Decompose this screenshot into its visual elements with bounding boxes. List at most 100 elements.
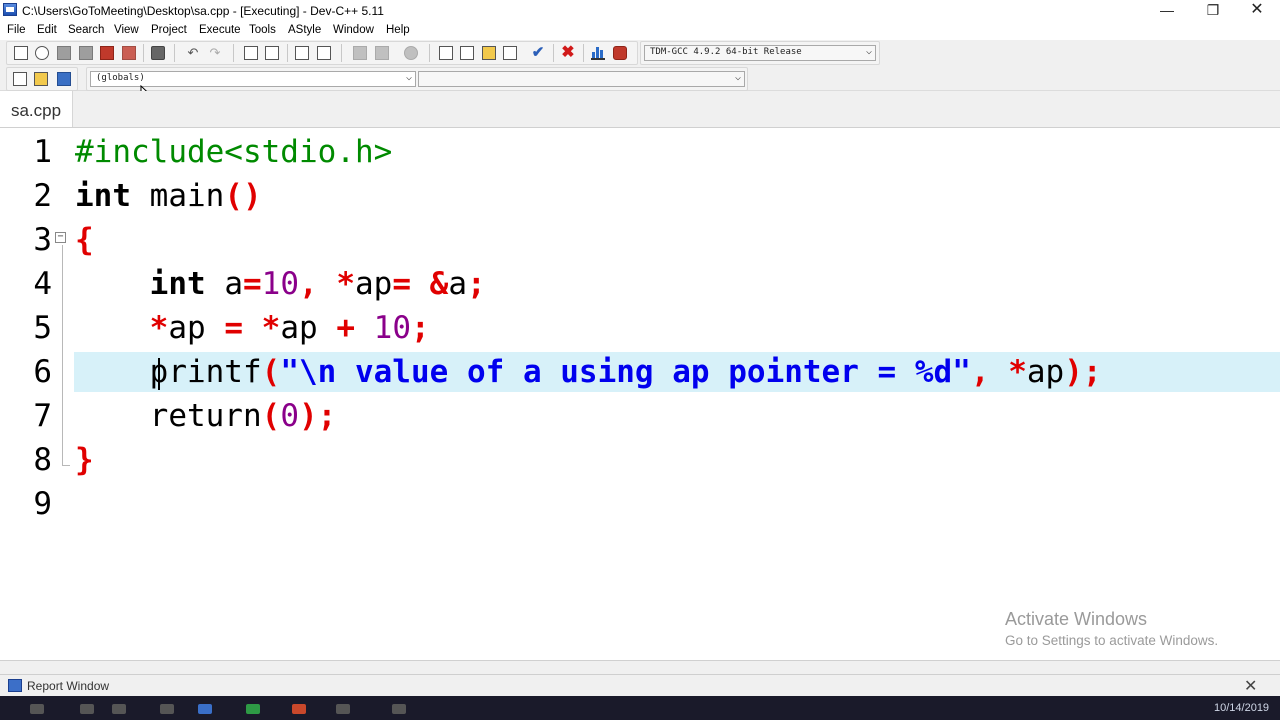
- line-number: 5: [33, 310, 52, 346]
- code-editor[interactable]: − 1 #include<stdio.h> 2 int main() 3 { 4…: [0, 128, 1280, 660]
- toolbar-area: ↶ ↷ ✔ ✖ TDM-GCC 4.9.2 64-bit Release ⌵ (…: [0, 40, 1280, 91]
- window-title: C:\Users\GoToMeeting\Desktop\sa.cpp - [E…: [22, 4, 384, 18]
- code-line-8: 8 }: [0, 438, 1280, 482]
- new-file-icon[interactable]: [14, 46, 28, 60]
- line-number: 7: [33, 398, 52, 434]
- menu-help[interactable]: Help: [386, 24, 410, 36]
- code-line-1: 1 #include<stdio.h>: [0, 130, 1280, 174]
- unindent-icon[interactable]: [317, 46, 331, 60]
- close-button[interactable]: ✕: [1234, 0, 1280, 22]
- toggle-panel-icon[interactable]: [482, 46, 496, 60]
- undo-icon[interactable]: ↶: [186, 46, 200, 60]
- menu-window[interactable]: Window: [333, 24, 374, 36]
- line-number: 6: [33, 354, 52, 390]
- watermark-title: Activate Windows: [1005, 609, 1148, 629]
- menu-search[interactable]: Search: [68, 24, 104, 36]
- menu-project[interactable]: Project: [151, 24, 187, 36]
- class-browser-toolbar: (globals) ⌵ ⌵: [86, 67, 748, 91]
- minimize-button[interactable]: —: [1144, 0, 1190, 22]
- line-number: 9: [33, 486, 52, 522]
- line-number: 1: [33, 134, 52, 170]
- line-number: 3: [33, 222, 52, 258]
- stop-execution-icon[interactable]: ✖: [561, 45, 575, 61]
- code-text: *ap = *ap + 10;: [149, 310, 430, 346]
- menu-execute[interactable]: Execute: [199, 24, 241, 36]
- report-window-label[interactable]: Report Window: [27, 679, 109, 693]
- scope-select-value: (globals): [96, 73, 145, 83]
- find-icon[interactable]: [244, 46, 258, 60]
- taskbar-app-icon[interactable]: [292, 704, 306, 714]
- project-manager-icon[interactable]: [439, 46, 453, 60]
- compiler-select[interactable]: TDM-GCC 4.9.2 64-bit Release ⌵: [644, 45, 876, 61]
- profile-chart-icon[interactable]: [591, 46, 605, 60]
- delete-profile-icon[interactable]: [613, 46, 627, 60]
- code-line-2: 2 int main(): [0, 174, 1280, 218]
- taskbar-app-icon[interactable]: [392, 704, 406, 714]
- menu-edit[interactable]: Edit: [37, 24, 57, 36]
- open-file-icon[interactable]: [35, 46, 49, 60]
- scope-select[interactable]: (globals) ⌵: [90, 71, 416, 87]
- taskbar-app-icon[interactable]: [80, 704, 94, 714]
- code-text: return(0);: [149, 398, 337, 434]
- taskbar-app-icon[interactable]: [336, 704, 350, 714]
- code-line-5: 5 *ap = *ap + 10;: [0, 306, 1280, 350]
- save-all-icon[interactable]: [79, 46, 93, 60]
- save-icon[interactable]: [57, 46, 71, 60]
- chevron-down-icon: ⌵: [865, 46, 872, 57]
- close-all-icon[interactable]: [122, 46, 136, 60]
- status-bar: [0, 660, 1280, 675]
- menu-tools[interactable]: Tools: [249, 24, 276, 36]
- taskbar-devcpp-icon[interactable]: [198, 704, 212, 714]
- compiler-toolbar: TDM-GCC 4.9.2 64-bit Release ⌵: [640, 41, 880, 65]
- menu-bar: File Edit Search View Project Execute To…: [0, 22, 1280, 40]
- windows-taskbar: 10/14/2019: [0, 696, 1280, 720]
- tab-sa-cpp[interactable]: sa.cpp: [0, 91, 73, 127]
- menu-file[interactable]: File: [7, 24, 26, 36]
- code-text: printf("\n value of a using ap pointer =…: [149, 354, 1102, 390]
- taskbar-app-icon[interactable]: [30, 704, 44, 714]
- code-text: int main(): [75, 178, 262, 214]
- goto-prev-icon[interactable]: [353, 46, 367, 60]
- taskbar-app-icon[interactable]: [112, 704, 126, 714]
- redo-icon[interactable]: ↷: [208, 46, 222, 60]
- text-caret: [158, 358, 160, 390]
- toggle-bookmark-icon[interactable]: [34, 72, 48, 86]
- taskbar-clock[interactable]: 10/14/2019: [1214, 702, 1269, 714]
- taskbar-app-icon[interactable]: [246, 704, 260, 714]
- activate-windows-watermark: Activate Windows Go to Settings to activ…: [1005, 609, 1218, 648]
- compiler-select-value: TDM-GCC 4.9.2 64-bit Release: [650, 47, 802, 57]
- close-file-icon[interactable]: [100, 46, 114, 60]
- taskbar-app-icon[interactable]: [160, 704, 174, 714]
- replace-icon[interactable]: [265, 46, 279, 60]
- code-text: int a=10, *ap= &a;: [149, 266, 486, 302]
- main-toolbar: ↶ ↷ ✔ ✖: [6, 41, 638, 65]
- line-number: 2: [33, 178, 52, 214]
- report-window-icon: [8, 679, 22, 692]
- code-line-7: 7 return(0);: [0, 394, 1280, 438]
- insert-icon[interactable]: [13, 72, 27, 86]
- editor-tab-bar: sa.cpp: [0, 91, 1280, 128]
- chevron-down-icon: ⌵: [405, 72, 412, 83]
- code-line-3: 3 {: [0, 218, 1280, 262]
- goto-next-icon[interactable]: [375, 46, 389, 60]
- tile-windows-icon[interactable]: [503, 46, 517, 60]
- member-select[interactable]: ⌵: [418, 71, 745, 87]
- restore-button[interactable]: ❐: [1190, 0, 1236, 22]
- check-syntax-icon[interactable]: ✔: [531, 45, 545, 60]
- devcpp-app-icon[interactable]: [3, 3, 17, 16]
- goto-line-icon[interactable]: [404, 46, 418, 60]
- print-icon[interactable]: [151, 46, 165, 60]
- chevron-down-icon: ⌵: [734, 72, 741, 83]
- code-line-9: 9: [0, 482, 1280, 526]
- title-bar: C:\Users\GoToMeeting\Desktop\sa.cpp - [E…: [0, 0, 1280, 22]
- code-text: {: [75, 222, 94, 258]
- line-number: 4: [33, 266, 52, 302]
- menu-astyle[interactable]: AStyle: [288, 24, 321, 36]
- indent-icon[interactable]: [295, 46, 309, 60]
- goto-bookmark-icon[interactable]: [57, 72, 71, 86]
- fullscreen-icon[interactable]: [460, 46, 474, 60]
- watermark-subtitle: Go to Settings to activate Windows.: [1005, 633, 1219, 648]
- line-number: 8: [33, 442, 52, 478]
- report-close-icon[interactable]: ✕: [1244, 676, 1257, 696]
- menu-view[interactable]: View: [114, 24, 139, 36]
